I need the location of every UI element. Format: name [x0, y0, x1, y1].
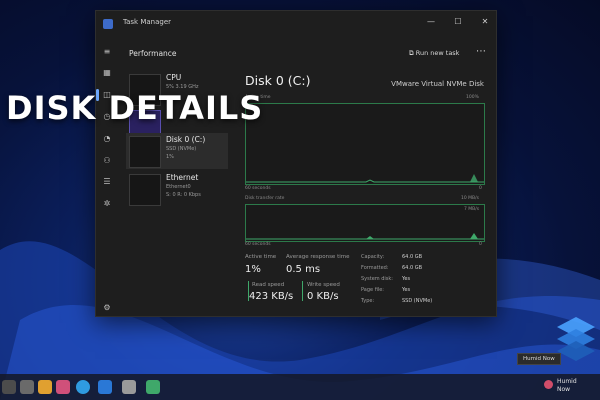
startup-apps-icon[interactable]: ◔ — [102, 134, 112, 144]
avg-response-value: 0.5 ms — [286, 264, 321, 275]
disk-model: VMware Virtual NVMe Disk — [391, 80, 484, 88]
store-icon[interactable] — [98, 380, 112, 394]
detail-value: Yes — [402, 287, 411, 293]
transfer-rate-graph — [245, 204, 485, 242]
processes-icon[interactable]: ▦ — [102, 68, 112, 78]
detail-key: Page file: — [361, 287, 384, 293]
weather-line-1: Humid — [557, 378, 577, 385]
graph2-secondary: 7 MB/s — [464, 207, 480, 212]
detail-key: Formatted: — [361, 265, 389, 271]
ethernet-sparkline — [129, 174, 161, 206]
transfer-rate-plot — [246, 233, 484, 240]
maximize-button[interactable]: ☐ — [449, 15, 467, 29]
file-explorer-icon[interactable] — [38, 380, 52, 394]
copilot-icon[interactable] — [56, 380, 70, 394]
graph1-axis-left: 60 seconds — [245, 186, 271, 191]
write-legend-bar — [302, 281, 303, 301]
active-time-label: Active time — [245, 254, 277, 260]
device-item-ethernet[interactable]: Ethernet Ethernet0 S: 0 R: 0 Kbps — [126, 171, 228, 207]
graph2-max: 10 MB/s — [461, 196, 479, 201]
app-icon[interactable] — [122, 380, 136, 394]
device-usage: 1% — [166, 154, 174, 160]
disk-sparkline — [129, 136, 161, 168]
window-title: Task Manager — [123, 18, 172, 26]
weather-widget[interactable]: Humid Now — [557, 378, 577, 394]
run-new-task-label: Run new task — [415, 49, 460, 57]
close-button[interactable]: ✕ — [476, 15, 494, 29]
graph2-axis-left: 60 seconds — [245, 242, 271, 247]
settings-gear-icon[interactable]: ⚙ — [102, 303, 112, 313]
weather-icon[interactable] — [544, 380, 553, 389]
device-sub: SSD (NVMe) — [166, 146, 197, 152]
hamburger-menu-icon[interactable]: ≡ — [102, 47, 112, 57]
detail-value: SSD (NVMe) — [402, 298, 433, 304]
device-throughput: S: 0 R: 0 Kbps — [166, 192, 201, 198]
task-manager-app-icon — [103, 19, 113, 29]
task-manager-taskbar-icon[interactable] — [146, 380, 160, 394]
device-name: Ethernet — [166, 173, 199, 182]
run-new-task-button[interactable]: ⧉ Run new task — [409, 49, 459, 58]
edge-browser-icon[interactable] — [76, 380, 90, 394]
graph2-label: Disk transfer rate — [245, 196, 285, 201]
write-speed-value: 0 KB/s — [307, 291, 339, 302]
overlay-caption: DISK DETAILS — [6, 89, 264, 127]
weather-line-2: Now — [557, 386, 571, 393]
active-time-graph — [245, 103, 485, 185]
detail-key: System disk: — [361, 276, 393, 282]
task-view-icon[interactable] — [20, 380, 34, 394]
details-icon[interactable]: ☰ — [102, 177, 112, 187]
services-icon[interactable]: ✲ — [102, 199, 112, 209]
graph1-max: 100% — [466, 95, 479, 100]
users-icon[interactable]: ⚇ — [102, 156, 112, 166]
page-title: Performance — [129, 49, 177, 58]
read-speed-value: 423 KB/s — [249, 291, 294, 302]
more-options-button[interactable]: ⋯ — [476, 46, 486, 57]
active-time-plot — [246, 174, 484, 183]
detail-value: 64.0 GB — [402, 265, 423, 271]
graph1-axis-right: 0 — [479, 186, 482, 191]
nav-rail: ≡ ▦ ◫ ◷ ◔ ⚇ ☰ ✲ ⚙ — [96, 37, 118, 316]
avg-response-label: Average response time — [286, 254, 350, 260]
task-manager-window: Task Manager — ☐ ✕ ≡ ▦ ◫ ◷ ◔ ⚇ ☰ ✲ ⚙ Per… — [95, 10, 497, 317]
detail-value: 64.0 GB — [402, 254, 423, 260]
panel-title: Disk 0 (C:) — [245, 73, 311, 88]
detail-value: Yes — [402, 276, 411, 282]
write-speed-label: Write speed — [307, 282, 340, 288]
weather-tooltip: Humid Now — [517, 353, 561, 365]
graph2-axis-right: 0 — [479, 242, 482, 247]
device-name: CPU — [166, 73, 182, 82]
title-bar[interactable]: Task Manager — ☐ ✕ — [96, 11, 496, 37]
device-item-disk[interactable]: Disk 0 (C:) SSD (NVMe) 1% — [126, 133, 228, 169]
search-icon[interactable] — [2, 380, 16, 394]
read-speed-label: Read speed — [252, 282, 285, 288]
minimize-button[interactable]: — — [422, 15, 440, 29]
detail-key: Capacity: — [361, 254, 385, 260]
stacked-layers-logo-icon — [557, 317, 595, 361]
taskbar — [0, 374, 600, 400]
device-name: Disk 0 (C:) — [166, 135, 206, 144]
run-task-icon: ⧉ — [409, 49, 414, 57]
detail-key: Type: — [361, 298, 375, 304]
active-time-value: 1% — [245, 264, 261, 275]
device-sub: Ethernet0 — [166, 184, 191, 190]
